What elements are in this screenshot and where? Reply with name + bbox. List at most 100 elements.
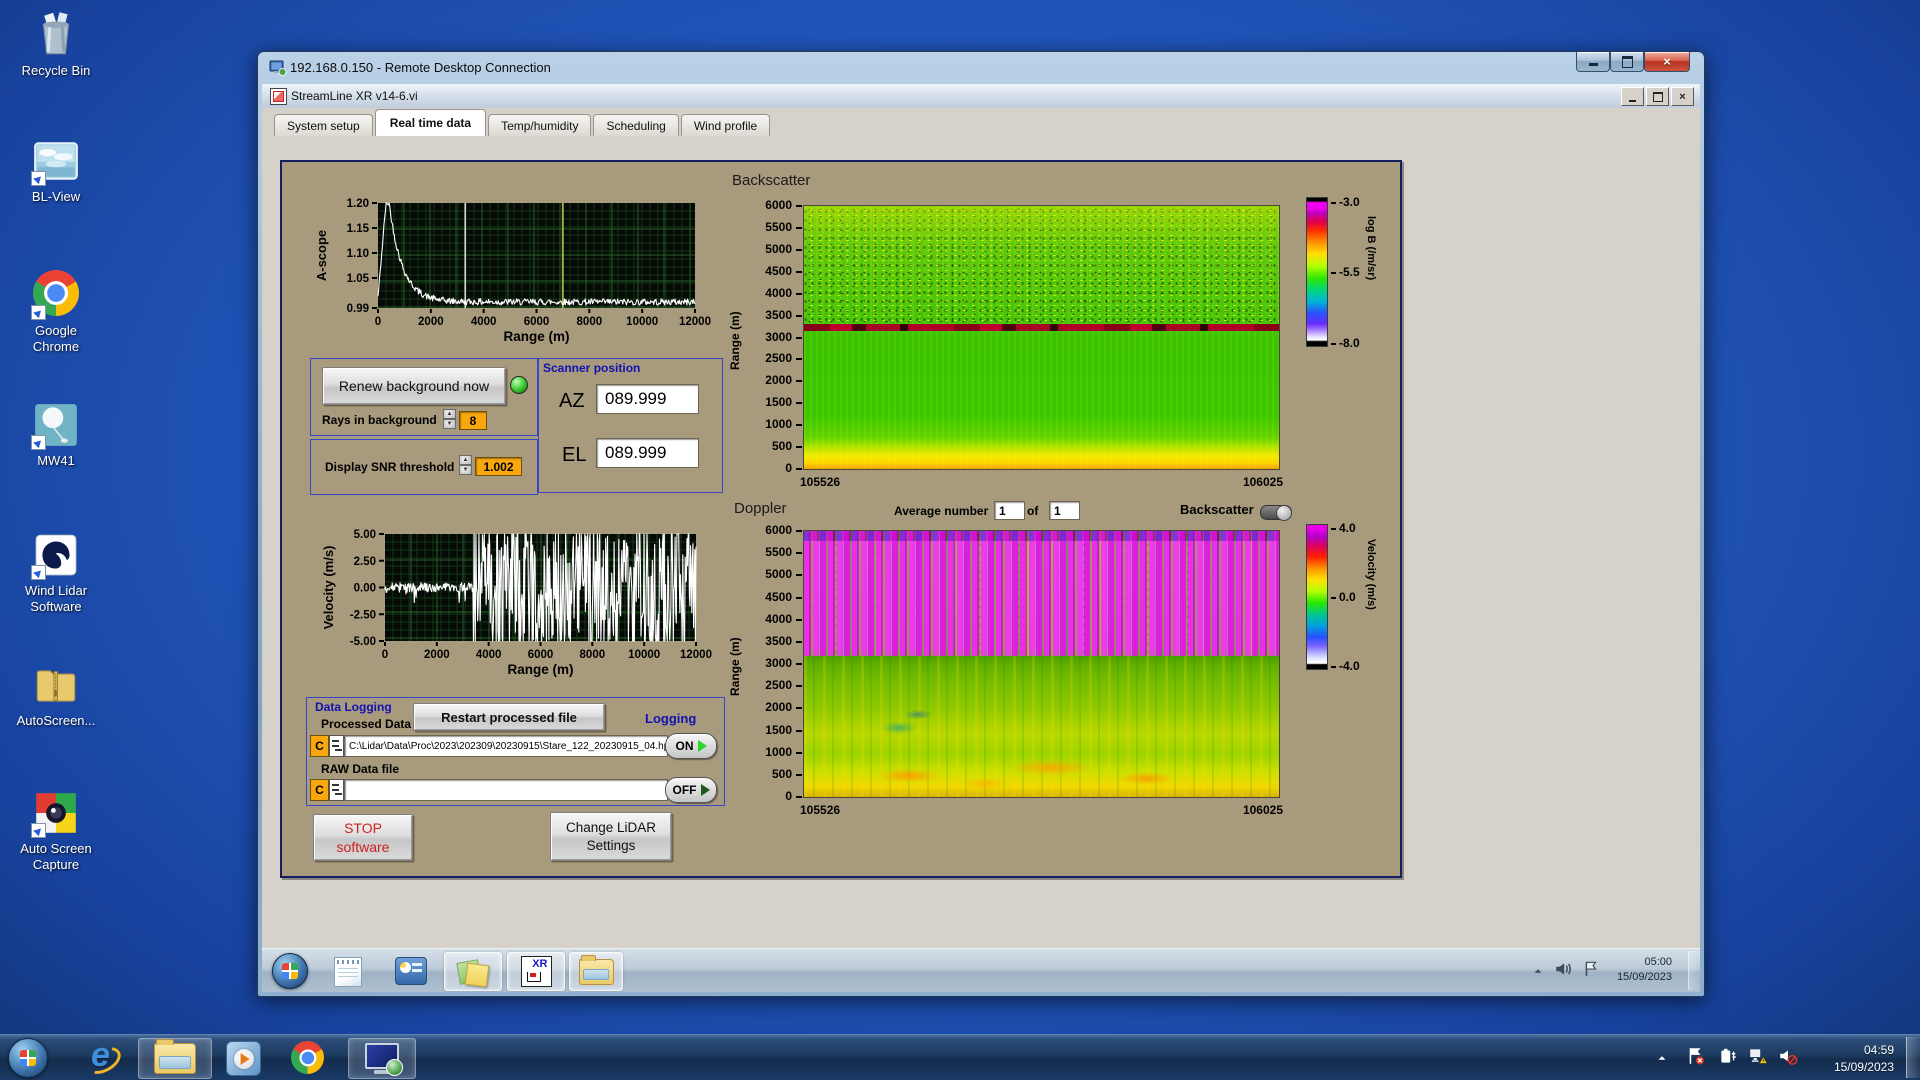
action-center-flag-error-icon[interactable] (1686, 1046, 1706, 1066)
deskt-icon-wind-lidar[interactable]: Wind Lidar Software (8, 530, 104, 616)
raw-logging-off-toggle[interactable]: OFF (665, 777, 717, 803)
desktop-icon-recycle-bin[interactable]: Recycle Bin (8, 10, 104, 79)
rdp-maximize-button[interactable] (1610, 52, 1644, 72)
internet-explorer-taskbar-icon[interactable]: e (84, 1036, 118, 1074)
change-lidar-settings-button[interactable]: Change LiDAR Settings (550, 812, 672, 861)
remote-start-button[interactable] (272, 953, 308, 989)
rays-spinner[interactable]: ▲ ▼ (443, 409, 456, 429)
shortcut-arrow-icon (31, 565, 46, 580)
processed-logging-on-toggle[interactable]: ON (665, 733, 717, 759)
rays-value-field[interactable]: 8 (459, 411, 487, 430)
close-icon: × (1663, 54, 1671, 69)
host-clock[interactable]: 04:59 15/09/2023 (1834, 1042, 1894, 1076)
remote-taskbar: XR 05:00 15/09/2023 (262, 948, 1700, 992)
svg-text:6000: 6000 (524, 316, 550, 328)
y-tick-label: 1000 (765, 744, 792, 759)
labview-front-panel: 1.20 1.15 1.10 1.05 0.99 0 2000 4000 6000 8000 100… (280, 160, 1402, 878)
desktop-icon-mw41[interactable]: MW41 (8, 400, 104, 469)
raw-path-field[interactable] (344, 779, 668, 801)
xr-label: XR (532, 958, 548, 970)
y-tick (796, 270, 802, 273)
action-center-flag-icon[interactable] (1582, 960, 1600, 978)
app-minimize-button[interactable] (1621, 87, 1644, 106)
explorer-taskbar-button[interactable] (138, 1038, 212, 1079)
a-scope-plot: 1.20 1.15 1.10 1.05 0.99 0 2000 4000 6000 8000 100… (305, 191, 721, 357)
rays-in-background-label: Rays in background (322, 413, 437, 427)
streamline-xr-icon: XR (520, 956, 552, 987)
y-tick-label: 4000 (765, 611, 792, 626)
power-battery-tray-icon[interactable] (1718, 1046, 1738, 1066)
of-label: of (1027, 504, 1039, 518)
scanner-position-group: Scanner position AZ 089.999 EL 089.999 (538, 358, 723, 493)
remote-show-desktop-button[interactable] (1688, 951, 1700, 990)
chrome-taskbar-icon[interactable] (291, 1041, 324, 1074)
desktop-icon-autoscreen-zip[interactable]: AutoScreen... (8, 660, 104, 729)
tab-scheduling[interactable]: Scheduling (593, 114, 679, 136)
start-button[interactable] (8, 1038, 48, 1078)
desktop-icon-auto-screen-capture[interactable]: Auto Screen Capture (8, 788, 104, 874)
svg-text:1.10: 1.10 (347, 248, 369, 260)
restart-processed-file-button[interactable]: Restart processed file (413, 703, 605, 731)
explorer-taskbar-button-remote[interactable] (569, 952, 623, 991)
volume-tray-icon[interactable] (1554, 960, 1572, 978)
average-count-field[interactable]: 1 (1049, 501, 1080, 520)
sticky-notes-taskbar-button[interactable] (444, 952, 502, 991)
average-number-field[interactable]: 1 (994, 501, 1025, 520)
rdp-close-button[interactable]: × (1644, 52, 1690, 72)
svg-text:-5.00: -5.00 (350, 636, 376, 648)
processed-path-field[interactable]: C:\Lidar\Data\Proc\2023\202309\20230915\… (344, 735, 668, 757)
backscatter-cloud-stripe (804, 323, 1279, 331)
colorbar-tick-label: 4.0 (1339, 521, 1356, 536)
app-close-button[interactable]: × (1671, 87, 1694, 106)
renew-background-button[interactable]: Renew background now (322, 367, 506, 405)
auto-screen-capture-icon (31, 788, 81, 838)
rdp-titlebar[interactable]: 192.168.0.150 - Remote Desktop Connectio… (258, 52, 1704, 84)
processed-browse-icon[interactable] (329, 735, 344, 757)
volume-muted-tray-icon[interactable] (1778, 1046, 1798, 1066)
colorbar-tick (1331, 665, 1336, 668)
doppler-top-band (804, 531, 1279, 541)
desktop-icon-google-chrome[interactable]: Google Chrome (8, 268, 104, 356)
colorbar-tick-label: 0.0 (1339, 590, 1356, 604)
svg-text:-2.50: -2.50 (350, 609, 376, 621)
show-desktop-button[interactable] (1906, 1037, 1920, 1078)
snr-value-field[interactable]: 1.002 (475, 457, 522, 476)
snr-spinner[interactable]: ▲ ▼ (459, 455, 472, 475)
rdp-taskbar-button[interactable] (348, 1038, 416, 1079)
rdp-minimize-button[interactable] (1576, 52, 1610, 72)
tab-system-setup[interactable]: System setup (274, 114, 373, 136)
data-logging-group: Data Logging Processed Data file Restart… (306, 697, 725, 806)
processed-drive-box[interactable]: C (310, 735, 329, 757)
az-value-field[interactable]: 089.999 (596, 384, 699, 414)
y-tick-label: 2500 (765, 678, 792, 693)
stop-software-button[interactable]: STOP software (313, 814, 413, 861)
raw-drive-box[interactable]: C (310, 779, 329, 801)
show-hidden-icons-button-host[interactable] (1655, 1051, 1669, 1065)
on-label: ON (675, 739, 694, 753)
remote-clock[interactable]: 05:00 15/09/2023 (1617, 955, 1672, 985)
network-warning-tray-icon[interactable] (1748, 1046, 1768, 1066)
control-panel-taskbar-icon[interactable] (395, 957, 427, 985)
notepad-taskbar-icon[interactable] (334, 957, 362, 987)
tab-temp-humidity[interactable]: Temp/humidity (488, 114, 592, 136)
backscatter-x-end: 106025 (1242, 475, 1283, 489)
show-hidden-icons-button[interactable] (1531, 964, 1545, 978)
colorbar-tick (1331, 597, 1336, 599)
el-value-field[interactable]: 089.999 (596, 438, 699, 468)
minimize-icon (1629, 99, 1636, 102)
y-tick-label: 2000 (765, 373, 792, 388)
streamline-xr-taskbar-button[interactable]: XR (507, 952, 565, 991)
media-player-taskbar-icon[interactable] (226, 1041, 261, 1076)
desktop-icon-bl-view[interactable]: BL-View (8, 136, 104, 205)
app-restore-button[interactable] (1646, 87, 1669, 106)
tab-real-time-data[interactable]: Real time data (374, 109, 487, 136)
tab-wind-profile[interactable]: Wind profile (680, 114, 771, 136)
snr-group: Display SNR threshold ▲ ▼ 1.002 (310, 439, 538, 495)
doppler-heatmap: 105526 106025 Range (m) 6000 5500 5000 4500… (728, 523, 1283, 817)
labview-vi-icon (270, 88, 287, 105)
backscatter-toggle[interactable] (1260, 505, 1292, 521)
stop-line2: software (336, 838, 390, 855)
raw-browse-icon[interactable] (329, 779, 344, 801)
app-titlebar[interactable]: StreamLine XR v14-6.vi × (262, 84, 1700, 109)
svg-text:0: 0 (382, 649, 388, 661)
